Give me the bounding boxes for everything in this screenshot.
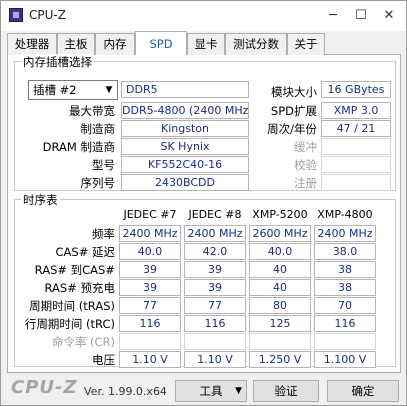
timing-cell: 77 (184, 297, 246, 314)
cpuz-logo: CPU-Z (11, 377, 78, 398)
maximize-button[interactable]: ☐ (349, 6, 373, 26)
timing-cell: 1.10 V (119, 351, 181, 368)
module-size-value: 16 GBytes (321, 81, 391, 98)
slot-dropdown[interactable]: 插槽 #2 ▼ (28, 80, 118, 100)
manufacturer-value: Kingston (121, 120, 249, 137)
manufacturer-label: 制造商 (80, 122, 116, 136)
timing-row-label: CAS# 延迟 (55, 245, 116, 259)
timing-cell: 39 (184, 279, 246, 296)
timing-cell: 2400 MHz (184, 225, 246, 242)
serial-value: 2430BCDD (121, 174, 249, 191)
module-size-label: 模块大小 (271, 85, 317, 99)
spd-ext-label: SPD扩展 (270, 104, 317, 118)
tab-mainboard[interactable]: 主板 (57, 33, 95, 55)
buffered-label: 缓冲 (294, 140, 317, 154)
cpuz-window: CPU-Z ─ ☐ ✕ 处理器 主板 内存 SPD 显卡 测试分数 关于 内存插… (0, 0, 407, 406)
timing-cell: 2600 MHz (249, 225, 311, 242)
timing-cell (249, 333, 311, 350)
timing-cell: 1.10 V (184, 351, 246, 368)
tab-graphics[interactable]: 显卡 (187, 33, 225, 55)
max-bandwidth-value: DDR5-4800 (2400 MHz) (121, 102, 249, 119)
timing-row-label: 电压 (92, 353, 115, 367)
window-title: CPU-Z (29, 8, 66, 22)
col-head-xmp5200: XMP-5200 (252, 208, 308, 221)
chevron-down-icon[interactable]: ▼ (101, 81, 117, 99)
tab-strip: 处理器 主板 内存 SPD 显卡 测试分数 关于 (7, 31, 401, 56)
timing-cell: 39 (119, 261, 181, 278)
serial-label: 序列号 (80, 176, 116, 190)
timing-cell: 116 (184, 315, 246, 332)
timing-cell: 1.250 V (249, 351, 311, 368)
timing-row-label: RAS# 预充电 (44, 281, 115, 295)
version-text: Ver. 1.99.0.x64 (84, 385, 167, 398)
timing-cell: 116 (119, 315, 181, 332)
chevron-down-icon: ▼ (235, 386, 242, 396)
registered-value (321, 174, 391, 191)
timing-cell: 38 (314, 261, 376, 278)
timing-group-legend: 时序表 (21, 192, 60, 208)
minimize-button[interactable]: ─ (321, 6, 345, 26)
timing-group: 时序表 JEDEC #7 JEDEC #8 XMP-5200 XMP-4800 … (14, 192, 396, 368)
timing-cell: 40 (249, 261, 311, 278)
spd-ext-value: XMP 3.0 (321, 102, 391, 119)
timing-cell: 116 (314, 315, 376, 332)
slot-group-legend: 内存插槽选择 (21, 54, 94, 70)
timing-cell (184, 333, 246, 350)
dram-manufacturer-value: SK Hynix (121, 138, 249, 155)
tab-bench[interactable]: 测试分数 (225, 33, 287, 55)
correction-label: 校验 (294, 158, 317, 172)
footer-bar: CPU-Z Ver. 1.99.0.x64 工具 ▼ 验证 确定 (1, 373, 406, 405)
correction-value (321, 156, 391, 173)
tab-spd[interactable]: SPD (135, 31, 187, 56)
max-bandwidth-label: 最大带宽 (69, 104, 115, 118)
timing-row-label: 频率 (92, 227, 115, 241)
slot-group: 内存插槽选择 插槽 #2 ▼ DDR5 最大带宽 DDR5-4800 (2400… (14, 54, 396, 191)
timing-cell: 80 (249, 297, 311, 314)
tab-cpu[interactable]: 处理器 (7, 33, 57, 55)
buffered-value (321, 138, 391, 155)
timing-row-label: 行周期时间 (tRC) (24, 317, 115, 331)
close-button[interactable]: ✕ (377, 6, 401, 26)
tools-button-label: 工具 (199, 384, 223, 398)
timing-cell: 2400 MHz (314, 225, 376, 242)
memory-type-value: DDR5 (121, 81, 249, 98)
timing-cell: 1.100 V (314, 351, 376, 368)
timing-cell (314, 333, 376, 350)
col-head-jedec8: JEDEC #8 (188, 208, 242, 221)
timing-row-label: 命令率 (CR) (51, 335, 115, 349)
timing-cell: 42.0 (184, 243, 246, 260)
tab-memory[interactable]: 内存 (95, 33, 135, 55)
slot-dropdown-value: 插槽 #2 (33, 83, 77, 97)
timing-cell: 39 (119, 279, 181, 296)
timing-cell: 38 (314, 279, 376, 296)
col-head-xmp4800: XMP-4800 (317, 208, 373, 221)
registered-label: 注册 (294, 176, 317, 190)
week-year-label: 周次/年份 (267, 122, 317, 136)
ok-button[interactable]: 确定 (327, 380, 399, 402)
title-bar[interactable]: CPU-Z ─ ☐ ✕ (1, 1, 406, 31)
cpuz-app-icon (9, 8, 23, 22)
timing-cell: 77 (119, 297, 181, 314)
week-year-value: 47 / 21 (321, 120, 391, 137)
timing-cell: 38.0 (314, 243, 376, 260)
timing-cell: 70 (314, 297, 376, 314)
timing-cell: 40.0 (249, 243, 311, 260)
timing-cell: 40 (249, 279, 311, 296)
timing-row-label: RAS# 到CAS# (34, 263, 115, 277)
timing-cell: 125 (249, 315, 311, 332)
tools-button[interactable]: 工具 ▼ (175, 380, 247, 402)
timing-cell: 40.0 (119, 243, 181, 260)
timing-row-label: 周期时间 (tRAS) (29, 299, 115, 313)
timing-cell: 2400 MHz (119, 225, 181, 242)
model-value: KF552C40-16 (121, 156, 249, 173)
timing-cell (119, 333, 181, 350)
model-label: 型号 (92, 158, 115, 172)
spd-panel: 内存插槽选择 插槽 #2 ▼ DDR5 最大带宽 DDR5-4800 (2400… (7, 54, 401, 373)
dram-manufacturer-label: DRAM 制造商 (42, 140, 115, 154)
timing-cell: 39 (184, 261, 246, 278)
validate-button[interactable]: 验证 (253, 380, 319, 402)
col-head-jedec7: JEDEC #7 (123, 208, 177, 221)
tab-about[interactable]: 关于 (287, 33, 325, 55)
